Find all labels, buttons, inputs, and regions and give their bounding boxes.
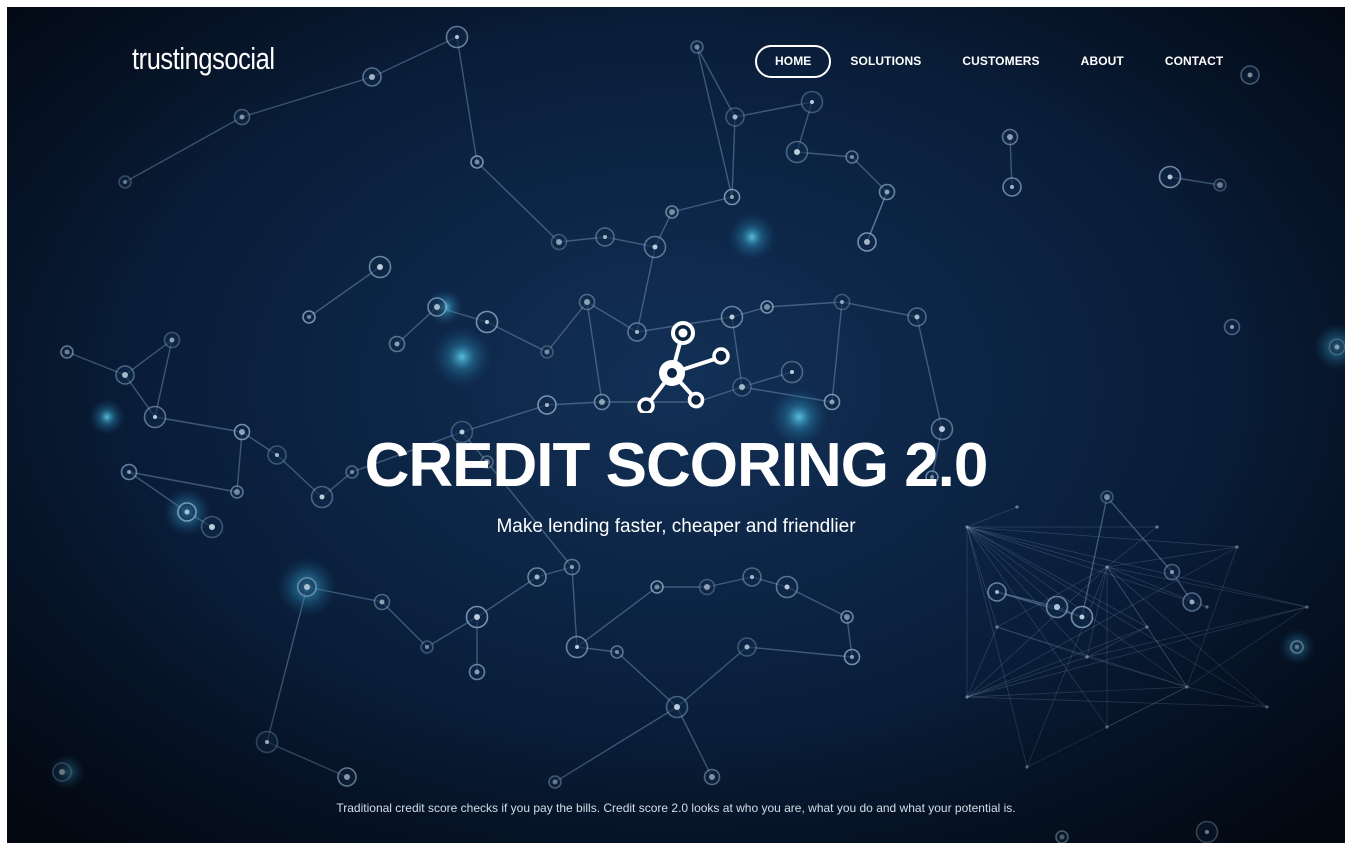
hero-headline: CREDIT SCORING 2.0: [364, 431, 989, 500]
main-nav: HOME SOLUTIONS CUSTOMERS ABOUT CONTACT: [755, 45, 1223, 78]
footer-tagline: Traditional credit score checks if you p…: [336, 801, 1016, 815]
nav-item-customers[interactable]: CUSTOMERS: [962, 46, 1039, 77]
nav-item-about[interactable]: ABOUT: [1081, 46, 1124, 77]
nav-item-solutions[interactable]: SOLUTIONS: [850, 46, 921, 77]
network-background: [7, 7, 1345, 843]
nav-item-contact[interactable]: CONTACT: [1165, 46, 1223, 77]
network-node-icon: [637, 321, 730, 413]
hero-subheadline: Make lending faster, cheaper and friendl…: [496, 516, 856, 537]
nav-item-home[interactable]: HOME: [755, 45, 832, 78]
brand-logo[interactable]: trustingsocial: [132, 41, 275, 77]
hero-section: trustingsocial HOME SOLUTIONS CUSTOMERS …: [7, 7, 1345, 843]
